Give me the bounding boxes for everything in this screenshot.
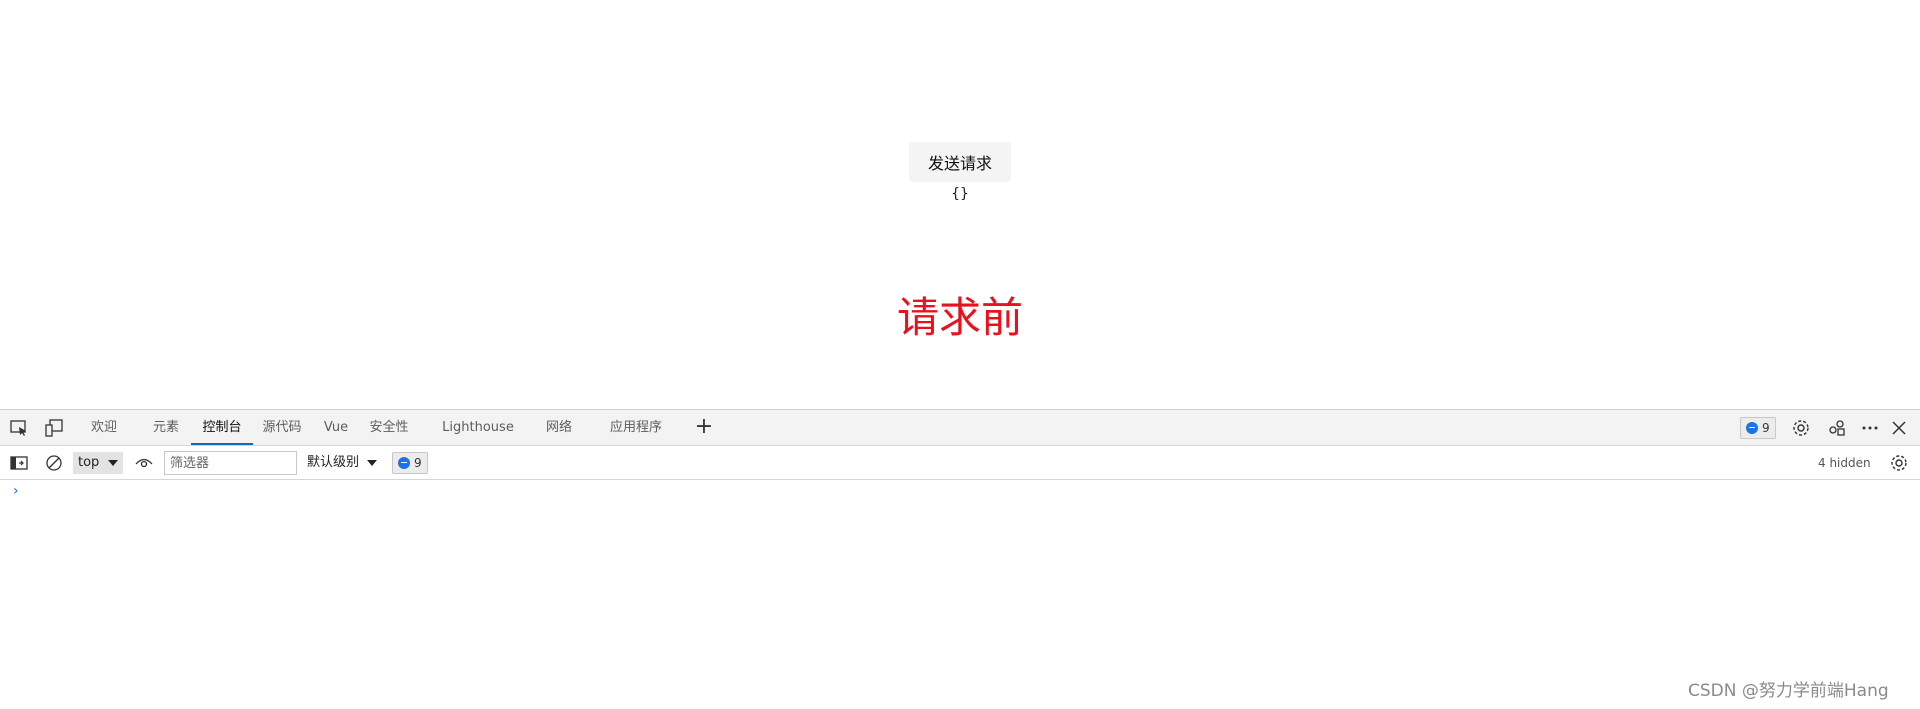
add-tab-icon[interactable]: + (692, 416, 716, 440)
sidebar-toggle-icon[interactable] (8, 452, 30, 474)
hidden-messages-count: 4 hidden (1818, 456, 1871, 470)
context-selector[interactable]: top (73, 452, 123, 474)
watermark: CSDN @努力学前端Hang (1688, 681, 1889, 701)
send-request-button[interactable]: 发送请求 (909, 142, 1011, 182)
tab-sources[interactable]: 源代码 (257, 410, 307, 445)
issues-icon (398, 457, 410, 469)
tab-application[interactable]: 应用程序 (601, 410, 671, 445)
eye-icon[interactable] (133, 452, 155, 474)
more-icon[interactable] (1859, 417, 1881, 439)
toolbar-issues-badge[interactable]: 9 (392, 452, 428, 474)
tab-vue[interactable]: Vue (319, 410, 353, 445)
toolbar-issues-count: 9 (414, 456, 422, 470)
log-level-value: 默认级别 (307, 455, 360, 470)
issues-icon (1746, 422, 1758, 434)
status-heading: 请求前 (896, 293, 1023, 342)
log-level-selector[interactable]: 默认级别 (307, 452, 378, 474)
console-toolbar: top 默认级别 9 4 hidden (0, 446, 1920, 480)
console-prompt[interactable]: › (13, 483, 19, 499)
console-output[interactable]: › (0, 480, 1920, 709)
page-viewport: 发送请求 {} 请求前 (0, 0, 1920, 409)
clear-console-icon[interactable] (43, 452, 65, 474)
gear-icon[interactable] (1790, 417, 1812, 439)
devtools-panel: 欢迎 元素 控制台 源代码 Vue 安全性 Lighthouse 网络 应用程序… (0, 409, 1920, 709)
devtools-tab-bar: 欢迎 元素 控制台 源代码 Vue 安全性 Lighthouse 网络 应用程序… (0, 410, 1920, 446)
tab-network[interactable]: 网络 (540, 410, 578, 445)
tab-security[interactable]: 安全性 (361, 410, 417, 445)
console-settings-gear-icon[interactable] (1888, 452, 1910, 474)
connect-icon[interactable] (1826, 417, 1848, 439)
tab-welcome[interactable]: 欢迎 (82, 410, 126, 445)
issues-count: 9 (1762, 421, 1770, 435)
tab-lighthouse[interactable]: Lighthouse (438, 410, 518, 445)
response-output: {} (951, 186, 969, 202)
chevron-down-icon (367, 460, 378, 466)
inspect-icon[interactable] (8, 417, 30, 439)
tab-console[interactable]: 控制台 (191, 410, 253, 445)
filter-input[interactable] (164, 451, 297, 475)
context-value: top (78, 455, 100, 470)
device-emulation-icon[interactable] (43, 417, 65, 439)
tab-elements[interactable]: 元素 (144, 410, 188, 445)
close-icon[interactable] (1888, 417, 1910, 439)
issues-badge[interactable]: 9 (1740, 417, 1776, 439)
chevron-down-icon (108, 460, 118, 466)
